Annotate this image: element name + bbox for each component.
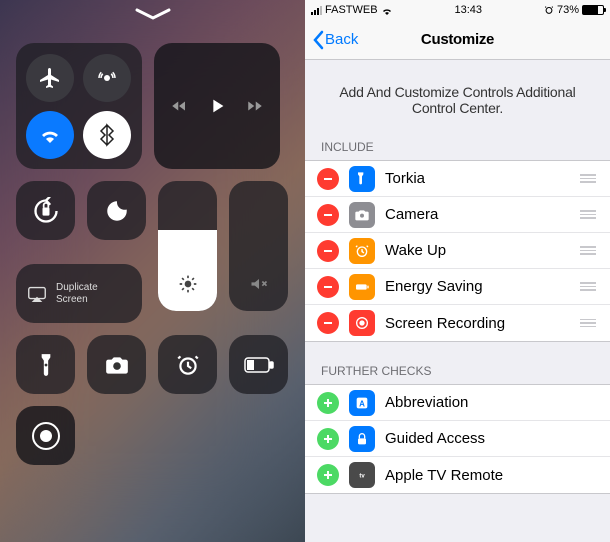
- camera-button[interactable]: [87, 335, 146, 394]
- screen-mirroring-button[interactable]: Duplicate Screen: [16, 264, 142, 323]
- include-header: INCLUDE: [305, 134, 610, 160]
- item-label: Abbreviation: [385, 394, 598, 411]
- play-icon[interactable]: [206, 95, 228, 117]
- svg-text:A: A: [359, 399, 365, 408]
- svg-text:tv: tv: [359, 474, 365, 480]
- flashlight-button[interactable]: [16, 335, 75, 394]
- low-power-button[interactable]: [229, 335, 288, 394]
- record-icon: [349, 310, 375, 336]
- remove-button[interactable]: [317, 312, 339, 334]
- battery-icon: [349, 274, 375, 300]
- include-list: Torkia Camera Wake Up Energy Saving Screen R…: [305, 160, 610, 342]
- settings-panel: FASTWEB 13:43 73% Back Customize Add And…: [305, 0, 610, 542]
- alarm-button[interactable]: [158, 335, 217, 394]
- bluetooth-button[interactable]: [83, 111, 131, 159]
- list-item[interactable]: Torkia: [305, 161, 610, 197]
- wifi-button[interactable]: [26, 111, 74, 159]
- list-item[interactable]: A Abbreviation: [305, 385, 610, 421]
- reorder-handle[interactable]: [578, 210, 598, 219]
- lock-icon: [349, 426, 375, 452]
- reorder-handle[interactable]: [578, 319, 598, 328]
- page-description: Add And Customize Controls Additional Co…: [305, 60, 610, 134]
- music-tile[interactable]: [154, 43, 280, 169]
- alarm-status-icon: [544, 5, 554, 15]
- add-button[interactable]: [317, 428, 339, 450]
- list-item[interactable]: tv Apple TV Remote: [305, 457, 610, 493]
- battery-icon: [582, 5, 604, 15]
- carrier-label: FASTWEB: [325, 4, 378, 16]
- item-label: Guided Access: [385, 430, 598, 447]
- screen-mirror-label: Duplicate Screen: [56, 282, 98, 306]
- item-label: Torkia: [385, 170, 568, 187]
- item-label: Wake Up: [385, 242, 568, 259]
- further-header: FURTHER CHECKS: [305, 358, 610, 384]
- clock-icon: [349, 238, 375, 264]
- record-icon: [32, 422, 60, 450]
- cellular-data-button[interactable]: [83, 54, 131, 102]
- rotation-lock-button[interactable]: [16, 181, 75, 240]
- reorder-handle[interactable]: [578, 174, 598, 183]
- item-label: Energy Saving: [385, 278, 568, 295]
- remove-button[interactable]: [317, 276, 339, 298]
- brightness-icon: [178, 274, 198, 299]
- connectivity-tile: [16, 43, 142, 169]
- remove-button[interactable]: [317, 240, 339, 262]
- add-button[interactable]: [317, 392, 339, 414]
- further-list: A Abbreviation Guided Access tv Apple TV Rem…: [305, 384, 610, 494]
- next-track-icon[interactable]: [246, 97, 264, 115]
- volume-slider[interactable]: [229, 181, 288, 311]
- do-not-disturb-button[interactable]: [87, 181, 146, 240]
- list-item[interactable]: Wake Up: [305, 233, 610, 269]
- flashlight-icon: [349, 166, 375, 192]
- brightness-slider[interactable]: [158, 181, 217, 311]
- nav-bar: Back Customize: [305, 20, 610, 60]
- airplane-mode-button[interactable]: [26, 54, 74, 102]
- reorder-handle[interactable]: [578, 282, 598, 291]
- tv-icon: tv: [349, 462, 375, 488]
- battery-pct-label: 73%: [557, 4, 579, 16]
- wifi-status-icon: [381, 5, 393, 15]
- list-item[interactable]: Guided Access: [305, 421, 610, 457]
- remove-button[interactable]: [317, 168, 339, 190]
- item-label: Screen Recording: [385, 315, 568, 332]
- prev-track-icon[interactable]: [170, 97, 188, 115]
- item-label: Apple TV Remote: [385, 467, 598, 484]
- status-bar: FASTWEB 13:43 73%: [305, 0, 610, 20]
- screen-record-button[interactable]: [16, 406, 75, 465]
- back-label: Back: [325, 31, 358, 48]
- list-item[interactable]: Energy Saving: [305, 269, 610, 305]
- item-label: Camera: [385, 206, 568, 223]
- add-button[interactable]: [317, 464, 339, 486]
- abbr-icon: A: [349, 390, 375, 416]
- time-label: 13:43: [455, 4, 483, 16]
- list-item[interactable]: Camera: [305, 197, 610, 233]
- page-title: Customize: [421, 31, 494, 48]
- remove-button[interactable]: [317, 204, 339, 226]
- control-center-panel: Duplicate Screen: [0, 0, 305, 542]
- camera-icon: [349, 202, 375, 228]
- list-item[interactable]: Screen Recording: [305, 305, 610, 341]
- signal-icon: [311, 6, 322, 15]
- reorder-handle[interactable]: [578, 246, 598, 255]
- chevron-down-icon[interactable]: [16, 8, 289, 27]
- back-button[interactable]: Back: [311, 30, 358, 50]
- mute-icon: [249, 274, 269, 299]
